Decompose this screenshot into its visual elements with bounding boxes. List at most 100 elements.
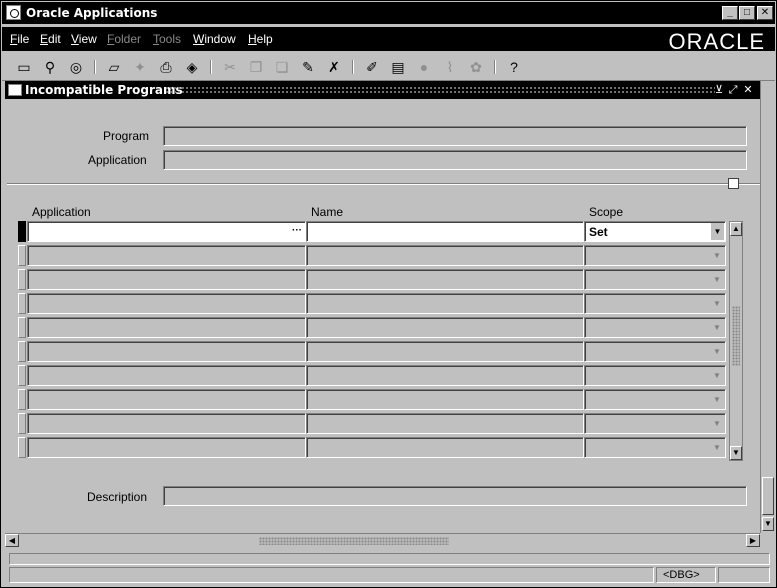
form-maximize-icon[interactable]: ⤢	[727, 83, 739, 97]
menu-edit[interactable]: Edit	[40, 32, 61, 46]
name-cell[interactable]	[306, 245, 584, 266]
name-cell[interactable]	[306, 437, 584, 458]
scope-select[interactable]: ▼	[584, 365, 726, 386]
row-indicator[interactable]	[18, 245, 26, 266]
row-indicator[interactable]	[18, 437, 26, 458]
scroll-grip[interactable]	[732, 306, 740, 366]
application-cell[interactable]	[27, 341, 306, 362]
edit-field-icon[interactable]: ✐	[362, 58, 382, 76]
new-icon[interactable]: ▭	[14, 58, 34, 76]
chevron-down-icon[interactable]: ▼	[710, 223, 724, 240]
application-cell[interactable]	[27, 389, 306, 410]
close-button[interactable]: ✕	[757, 6, 773, 20]
description-field[interactable]	[163, 486, 747, 506]
application-cell[interactable]: ···	[27, 221, 306, 242]
row-indicator[interactable]	[18, 221, 26, 242]
chevron-down-icon[interactable]: ▼	[710, 295, 724, 312]
scope-select[interactable]: ▼	[584, 437, 726, 458]
close-form-icon[interactable]: ◈	[182, 58, 202, 76]
name-cell[interactable]	[306, 221, 584, 242]
menu-tools[interactable]: Tools	[153, 32, 181, 46]
maximize-button[interactable]: □	[739, 6, 755, 20]
paste-icon[interactable]: ❏	[272, 58, 292, 76]
row-indicator[interactable]	[18, 341, 26, 362]
chevron-down-icon[interactable]: ▼	[710, 439, 724, 456]
print-icon[interactable]: ⎙	[156, 58, 176, 76]
help-icon[interactable]: ?	[504, 58, 524, 76]
copy-icon[interactable]: ❐	[246, 58, 266, 76]
menu-help[interactable]: Help	[248, 32, 273, 46]
scroll-up-icon[interactable]: ▲	[730, 222, 742, 236]
row-indicator[interactable]	[18, 365, 26, 386]
save-icon[interactable]: ▱	[104, 58, 124, 76]
horizontal-scroll-grip[interactable]	[259, 537, 449, 545]
minimize-button[interactable]: _	[722, 6, 738, 20]
attachments-icon[interactable]: ⌇	[440, 58, 460, 76]
chevron-down-icon[interactable]: ▼	[710, 319, 724, 336]
new-record-icon[interactable]: ✎	[298, 58, 318, 76]
scope-select[interactable]: ▼	[584, 245, 726, 266]
window-vertical-scrollbar[interactable]: ▼	[760, 81, 774, 533]
window-horizontal-scrollbar[interactable]: ◀ ▶	[5, 533, 760, 547]
name-cell[interactable]	[306, 365, 584, 386]
scope-select[interactable]: ▼	[584, 293, 726, 314]
next-step-icon[interactable]: ✦	[130, 58, 150, 76]
scroll-down-icon[interactable]: ▼	[730, 446, 742, 460]
application-cell[interactable]	[27, 293, 306, 314]
window-scroll-thumb[interactable]	[762, 477, 774, 515]
scroll-left-icon[interactable]: ◀	[5, 534, 19, 547]
menu-view[interactable]: View	[71, 32, 97, 46]
folder-tools-icon[interactable]: ✿	[466, 58, 486, 76]
chevron-down-icon[interactable]: ▼	[710, 391, 724, 408]
zoom-icon[interactable]: ▤	[388, 58, 408, 76]
scope-select[interactable]: ▼	[584, 341, 726, 362]
application-cell[interactable]	[27, 317, 306, 338]
row-indicator[interactable]	[18, 269, 26, 290]
chevron-down-icon[interactable]: ▼	[710, 415, 724, 432]
list-of-values-icon[interactable]: ···	[292, 225, 302, 236]
chevron-down-icon[interactable]: ▼	[710, 343, 724, 360]
app-icon[interactable]	[6, 5, 21, 20]
record-indicator-box[interactable]	[728, 178, 739, 189]
navigator-icon[interactable]: ◎	[66, 58, 86, 76]
application-cell[interactable]	[27, 365, 306, 386]
menu-folder[interactable]: Folder	[107, 32, 141, 46]
application-cell[interactable]	[27, 269, 306, 290]
scope-select[interactable]: Set ▼	[584, 221, 726, 242]
name-cell[interactable]	[306, 293, 584, 314]
program-field[interactable]	[163, 126, 747, 146]
table-vertical-scrollbar[interactable]: ▲ ▼	[729, 221, 743, 461]
status-bar: <DBG>	[5, 549, 774, 585]
application-cell[interactable]	[27, 437, 306, 458]
find-icon[interactable]: ⚲	[40, 58, 60, 76]
chevron-down-icon[interactable]: ▼	[710, 247, 724, 264]
scope-select[interactable]: ▼	[584, 317, 726, 338]
form-minimize-icon[interactable]: ⊻	[713, 83, 725, 97]
name-cell[interactable]	[306, 413, 584, 434]
window-scroll-down-icon[interactable]: ▼	[762, 517, 774, 531]
application-cell[interactable]	[27, 245, 306, 266]
menu-file[interactable]: File	[10, 32, 29, 46]
scope-select[interactable]: ▼	[584, 389, 726, 410]
application-field[interactable]	[163, 150, 747, 170]
description-label: Description	[87, 490, 148, 504]
form-close-icon[interactable]: ✕	[742, 83, 754, 97]
row-indicator[interactable]	[18, 389, 26, 410]
row-indicator[interactable]	[18, 317, 26, 338]
scope-select[interactable]: ▼	[584, 269, 726, 290]
name-cell[interactable]	[306, 317, 584, 338]
name-cell[interactable]	[306, 269, 584, 290]
name-cell[interactable]	[306, 389, 584, 410]
cut-icon[interactable]: ✂	[220, 58, 240, 76]
scroll-right-icon[interactable]: ▶	[746, 534, 760, 547]
scope-select[interactable]: ▼	[584, 413, 726, 434]
name-cell[interactable]	[306, 341, 584, 362]
translations-icon[interactable]: ●	[414, 58, 434, 76]
row-indicator[interactable]	[18, 293, 26, 314]
chevron-down-icon[interactable]: ▼	[710, 367, 724, 384]
application-cell[interactable]	[27, 413, 306, 434]
row-indicator[interactable]	[18, 413, 26, 434]
delete-record-icon[interactable]: ✗	[324, 58, 344, 76]
menu-window[interactable]: Window	[193, 32, 236, 46]
chevron-down-icon[interactable]: ▼	[710, 271, 724, 288]
